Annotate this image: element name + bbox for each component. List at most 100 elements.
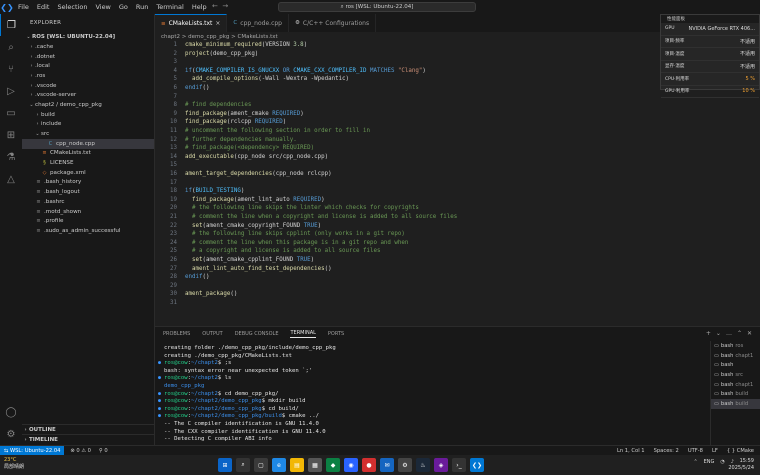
menu-item-view[interactable]: View — [95, 3, 110, 11]
extensions-icon[interactable]: ⊞ — [0, 124, 22, 146]
terminal-instance[interactable]: ▭ bash build — [711, 399, 760, 409]
edge-icon[interactable]: e — [272, 458, 286, 472]
close-icon[interactable]: × — [215, 20, 220, 27]
cmake-icon[interactable]: △ — [0, 168, 22, 190]
tree-item[interactable]: › include — [22, 120, 154, 130]
tab-cmakelists-txt[interactable]: ≡ CMakeLists.txt × — [155, 14, 228, 32]
status-item[interactable]: { } CMake — [727, 448, 754, 454]
app-mail-icon[interactable]: ✉ — [380, 458, 394, 472]
app-purple-icon[interactable]: ◈ — [434, 458, 448, 472]
timeline-section[interactable]: › TIMELINE — [22, 434, 155, 444]
workspace-root[interactable]: ⌄ ROS [WSL: UBUNTU-22.04] — [22, 31, 154, 42]
tree-item[interactable]: ◇ package.xml — [22, 168, 154, 178]
terminal-instance[interactable]: ▭ bash build — [711, 389, 760, 399]
forward-arrow-icon[interactable]: → — [222, 2, 228, 10]
app-blue-icon[interactable]: ◉ — [344, 458, 358, 472]
wifi-icon[interactable]: ◔ — [720, 459, 724, 465]
windows-start-icon[interactable]: ⊞ — [218, 458, 232, 472]
command-center-search[interactable]: ⌕ ros [WSL: Ubuntu-22.04] — [278, 2, 476, 12]
tree-item[interactable]: Ccpp_node.cpp — [22, 138, 154, 149]
tree-item[interactable]: ⌄ chapt2 / demo_cpp_pkg — [22, 100, 154, 110]
menu-item-file[interactable]: File — [18, 3, 29, 11]
app-gear-icon[interactable]: ⚙ — [398, 458, 412, 472]
overlay-row: CPU·利用率 5 % — [661, 73, 759, 86]
panel-tab-terminal[interactable]: TERMINAL — [290, 330, 316, 338]
status-item[interactable]: LF — [712, 448, 718, 454]
gear-icon[interactable]: ⚙ — [0, 423, 22, 445]
clock-date: 2025/5/24 — [728, 465, 754, 471]
status-item[interactable]: Spaces: 2 — [654, 448, 679, 454]
file-explorer-icon[interactable]: ▤ — [290, 458, 304, 472]
tree-item[interactable]: ≡ .profile — [22, 216, 154, 226]
tree-item[interactable]: › .local — [22, 61, 154, 71]
terminal-instance[interactable]: ▭ bash ros — [711, 341, 760, 351]
steam-icon[interactable]: ♨ — [416, 458, 430, 472]
panel-tab-output[interactable]: OUTPUT — [202, 331, 222, 337]
status-item[interactable]: UTF-8 — [688, 448, 703, 454]
tree-item[interactable]: ≡ .bashrc — [22, 197, 154, 207]
remote-explorer-icon[interactable]: ▭ — [0, 102, 22, 124]
testing-icon[interactable]: ⚗ — [0, 146, 22, 168]
license-file-icon: § — [43, 160, 46, 167]
close-icon[interactable]: ✕ — [747, 330, 752, 337]
menu-item-edit[interactable]: Edit — [37, 3, 50, 11]
language-indicator[interactable]: ENG — [704, 459, 715, 465]
tree-item[interactable]: › .vscode-server — [22, 90, 154, 100]
menu-item-help[interactable]: Help — [192, 3, 207, 11]
tree-item[interactable]: ≡ .bash_logout — [22, 187, 154, 197]
panel-tab-ports[interactable]: PORTS — [328, 331, 344, 337]
code-token: TRUE — [296, 257, 311, 263]
app-red-icon[interactable]: ● — [362, 458, 376, 472]
source-control-icon[interactable]: ⑂ — [0, 58, 22, 80]
explorer-icon[interactable]: ❐ — [0, 14, 22, 36]
problems-status[interactable]: ⊗ 0 ⚠ 0 — [70, 448, 91, 454]
code-line: 6 endif() — [155, 85, 210, 94]
terminal-app-icon[interactable]: ›_ — [452, 458, 466, 472]
remote-indicator[interactable]: ⇆ WSL: Ubuntu-22.04 — [0, 445, 65, 456]
tree-item[interactable]: › .ros — [22, 71, 154, 81]
search-icon[interactable]: ⌕ — [0, 36, 22, 58]
status-item[interactable]: Ln 1, Col 1 — [617, 448, 645, 454]
tab-cpp-node-cpp[interactable]: Ccpp_node.cpp — [227, 14, 289, 32]
tree-item[interactable]: › .dotnet — [22, 52, 154, 62]
tree-item[interactable]: › .vscode — [22, 81, 154, 91]
taskbar-search-icon[interactable]: ⌕ — [236, 458, 250, 472]
outline-section[interactable]: › OUTLINE — [22, 424, 155, 434]
menu-item-terminal[interactable]: Terminal — [156, 3, 183, 11]
tree-item[interactable]: › .cache — [22, 42, 154, 52]
store-icon[interactable]: ▦ — [308, 458, 322, 472]
menu-item-selection[interactable]: Selection — [57, 3, 87, 11]
navigation-arrows[interactable]: ← → — [212, 2, 228, 10]
tree-item[interactable]: ≡ CMakeLists.txt — [22, 149, 154, 159]
tree-item[interactable]: ⌄ src — [22, 129, 154, 139]
chevron-down-icon[interactable]: ⌄ — [716, 330, 721, 337]
taskbar-clock[interactable]: 15:59 2025/5/24 — [728, 458, 754, 472]
panel-tab-problems[interactable]: PROBLEMS — [163, 331, 190, 337]
tree-item[interactable]: ≡ .bash_history — [22, 178, 154, 188]
ports-status[interactable]: ⚲ 0 — [99, 448, 108, 454]
terminal-instance[interactable]: ▭ bash src — [711, 370, 760, 380]
terminal-instance[interactable]: ▭ bash chapt1 — [711, 351, 760, 361]
menu-item-run[interactable]: Run — [136, 3, 148, 11]
tree-item[interactable]: ≡ .sudo_as_admin_successful — [22, 226, 154, 236]
run-debug-icon[interactable]: ▷ — [0, 80, 22, 102]
terminal-instance[interactable]: ▭ bash — [711, 360, 760, 370]
vscode-taskbar-icon[interactable]: ❮❯ — [470, 458, 484, 472]
tree-item[interactable]: ≡ .motd_shown — [22, 207, 154, 217]
terminal-output[interactable]: creating folder ./demo_cpp_pkg/include/d… — [155, 345, 700, 445]
add-terminal-icon[interactable]: + — [706, 330, 711, 337]
weather-widget[interactable]: 23°C 局部晴朗 — [4, 457, 24, 471]
back-arrow-icon[interactable]: ← — [212, 2, 218, 10]
tray-chevron-icon[interactable]: ⌃ — [693, 459, 697, 465]
maximize-icon[interactable]: ⌃ — [737, 330, 742, 337]
tree-item[interactable]: § LICENSE — [22, 158, 154, 168]
task-view-icon[interactable]: ▢ — [254, 458, 268, 472]
app-green-icon[interactable]: ◆ — [326, 458, 340, 472]
panel-tab-debug-console[interactable]: DEBUG CONSOLE — [235, 331, 279, 337]
tree-item[interactable]: › build — [22, 110, 154, 120]
ellipsis-icon[interactable]: … — [726, 330, 732, 337]
account-icon[interactable]: ◯ — [0, 401, 22, 423]
tab-c-c-configurations[interactable]: ⚙ C/C++ Configurations — [289, 14, 377, 32]
terminal-instance[interactable]: ▭ bash chapt1 — [711, 380, 760, 390]
menu-item-go[interactable]: Go — [119, 3, 128, 11]
